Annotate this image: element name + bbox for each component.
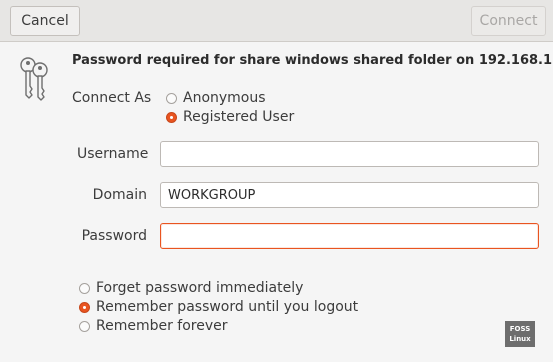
watermark-line1: FOSS: [509, 325, 531, 333]
radio-remember-forever[interactable]: Remember forever: [79, 318, 228, 334]
cancel-button[interactable]: Cancel: [10, 6, 80, 36]
header-bar: Cancel Connect: [0, 0, 553, 42]
domain-label: Domain: [92, 187, 147, 203]
domain-field[interactable]: [160, 182, 539, 208]
watermark-line2: Linux: [509, 335, 531, 343]
connect-as-label: Connect As: [72, 90, 152, 106]
keys-icon: [20, 57, 48, 101]
connect-button[interactable]: Connect: [471, 6, 546, 36]
radio-label: Anonymous: [183, 90, 266, 106]
username-label: Username: [77, 146, 149, 162]
radio-label: Remember password until you logout: [96, 299, 359, 315]
radio-indicator[interactable]: [166, 111, 177, 123]
radio-label: Remember forever: [96, 318, 228, 334]
username-field[interactable]: [160, 141, 539, 167]
radio-anonymous[interactable]: Anonymous: [166, 90, 266, 106]
password-field[interactable]: [160, 223, 539, 249]
radio-indicator[interactable]: [166, 92, 177, 104]
radio-registered-user[interactable]: Registered User: [166, 109, 294, 125]
radio-label: Registered User: [183, 109, 295, 125]
radio-label: Forget password immediately: [96, 280, 304, 296]
radio-remember-until-logout[interactable]: Remember password until you logout: [79, 299, 358, 315]
radio-indicator[interactable]: [79, 301, 90, 313]
password-label: Password: [81, 228, 147, 244]
radio-indicator[interactable]: [79, 320, 90, 332]
dialog-title: Password required for share windows shar…: [72, 53, 553, 68]
radio-indicator[interactable]: [79, 282, 90, 294]
watermark-logo: FOSS Linux: [505, 321, 535, 347]
radio-forget-immediately[interactable]: Forget password immediately: [79, 280, 303, 296]
